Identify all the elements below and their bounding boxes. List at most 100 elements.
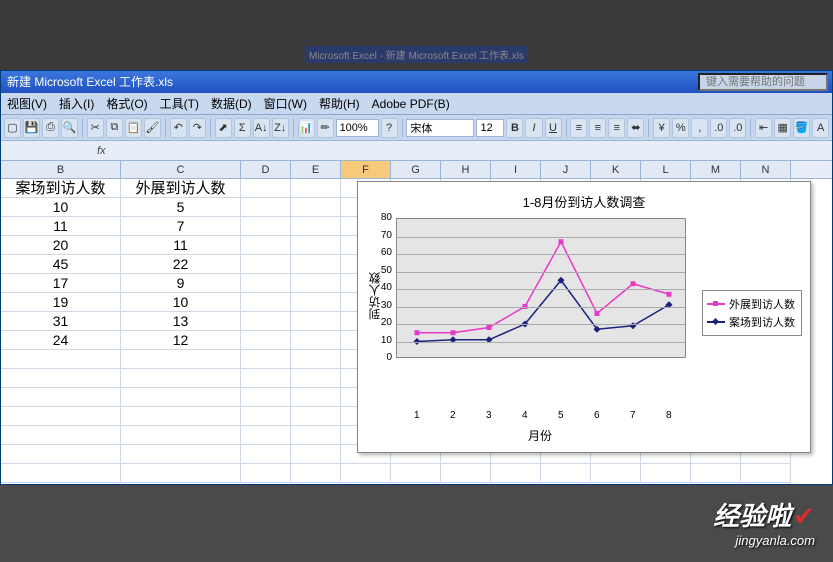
cell[interactable] <box>121 388 241 407</box>
sum-icon[interactable]: Σ <box>234 118 251 138</box>
cell[interactable] <box>291 407 341 426</box>
cell[interactable]: 31 <box>1 312 121 331</box>
cell[interactable] <box>241 217 291 236</box>
cell[interactable] <box>241 331 291 350</box>
copy-icon[interactable]: ⧉ <box>106 118 123 138</box>
column-header[interactable]: C <box>121 161 241 178</box>
cell[interactable] <box>1 426 121 445</box>
cell[interactable] <box>491 464 541 483</box>
font-size-select[interactable]: 12 <box>476 119 504 137</box>
cell[interactable] <box>1 350 121 369</box>
currency-icon[interactable]: ¥ <box>653 118 670 138</box>
cell[interactable] <box>291 255 341 274</box>
cell[interactable] <box>241 198 291 217</box>
percent-icon[interactable]: % <box>672 118 689 138</box>
cell[interactable] <box>241 274 291 293</box>
cut-icon[interactable]: ✂ <box>87 118 104 138</box>
save-icon[interactable]: 💾 <box>23 118 40 138</box>
cell[interactable] <box>121 350 241 369</box>
titlebar[interactable]: 新建 Microsoft Excel 工作表.xls <box>1 71 832 93</box>
menu-help[interactable]: 帮助(H) <box>313 95 366 112</box>
cell[interactable] <box>1 464 121 483</box>
column-header[interactable]: H <box>441 161 491 178</box>
comma-icon[interactable]: , <box>691 118 708 138</box>
cell[interactable] <box>121 407 241 426</box>
cell[interactable] <box>291 369 341 388</box>
cell[interactable] <box>241 445 291 464</box>
embedded-chart[interactable]: 1-8月份到访人数调查 到访人数 月份 01020304050607080 12… <box>357 181 811 453</box>
menu-insert[interactable]: 插入(I) <box>53 95 100 112</box>
cell[interactable] <box>291 426 341 445</box>
cell[interactable] <box>241 312 291 331</box>
column-header[interactable]: J <box>541 161 591 178</box>
cell[interactable] <box>241 426 291 445</box>
cell[interactable]: 12 <box>121 331 241 350</box>
column-header[interactable]: D <box>241 161 291 178</box>
borders-icon[interactable]: ▦ <box>774 118 791 138</box>
cell[interactable]: 10 <box>121 293 241 312</box>
cell[interactable] <box>241 350 291 369</box>
italic-icon[interactable]: I <box>525 118 542 138</box>
cell[interactable] <box>241 407 291 426</box>
cell[interactable] <box>241 255 291 274</box>
cell[interactable] <box>121 369 241 388</box>
cell[interactable] <box>291 445 341 464</box>
cell[interactable] <box>291 274 341 293</box>
cell[interactable] <box>241 293 291 312</box>
column-header[interactable]: L <box>641 161 691 178</box>
cell[interactable] <box>121 445 241 464</box>
spreadsheet-grid[interactable]: BCDEFGHIJKLMN 案场到访人数外展到访人数10511720114522… <box>1 161 832 484</box>
cell[interactable] <box>291 179 341 198</box>
cell[interactable] <box>121 464 241 483</box>
cell[interactable] <box>241 388 291 407</box>
menu-window[interactable]: 窗口(W) <box>258 95 313 112</box>
new-icon[interactable]: ▢ <box>4 118 21 138</box>
column-header[interactable]: K <box>591 161 641 178</box>
chart-icon[interactable]: 📊 <box>298 118 315 138</box>
cell[interactable]: 19 <box>1 293 121 312</box>
drawing-icon[interactable]: ✏ <box>317 118 334 138</box>
column-header[interactable]: I <box>491 161 541 178</box>
increase-decimal-icon[interactable]: .0 <box>710 118 727 138</box>
cell[interactable]: 11 <box>1 217 121 236</box>
help-search-input[interactable] <box>698 73 828 91</box>
align-center-icon[interactable]: ≡ <box>589 118 606 138</box>
cell[interactable] <box>741 464 791 483</box>
cell[interactable]: 案场到访人数 <box>1 179 121 198</box>
menu-data[interactable]: 数据(D) <box>205 95 258 112</box>
bold-icon[interactable]: B <box>506 118 523 138</box>
fx-icon[interactable]: fx <box>91 145 112 157</box>
cell[interactable] <box>341 464 391 483</box>
fill-color-icon[interactable]: 🪣 <box>793 118 810 138</box>
menu-tools[interactable]: 工具(T) <box>154 95 205 112</box>
cell[interactable] <box>241 369 291 388</box>
cell[interactable] <box>591 464 641 483</box>
cell[interactable]: 10 <box>1 198 121 217</box>
underline-icon[interactable]: U <box>545 118 562 138</box>
cell[interactable] <box>1 369 121 388</box>
indent-icon[interactable]: ⇤ <box>755 118 772 138</box>
cell[interactable]: 17 <box>1 274 121 293</box>
cell[interactable] <box>291 464 341 483</box>
cell[interactable]: 24 <box>1 331 121 350</box>
sort-desc-icon[interactable]: Z↓ <box>272 118 289 138</box>
cell[interactable]: 45 <box>1 255 121 274</box>
cell[interactable] <box>291 293 341 312</box>
cell[interactable] <box>1 388 121 407</box>
cell[interactable]: 11 <box>121 236 241 255</box>
font-color-icon[interactable]: A <box>812 118 829 138</box>
cell[interactable] <box>291 331 341 350</box>
cell[interactable] <box>641 464 691 483</box>
format-painter-icon[interactable]: 🖌 <box>144 118 161 138</box>
menu-view[interactable]: 视图(V) <box>1 95 53 112</box>
cell[interactable] <box>241 236 291 255</box>
cell[interactable] <box>391 464 441 483</box>
column-header[interactable]: E <box>291 161 341 178</box>
cell[interactable] <box>441 464 491 483</box>
align-right-icon[interactable]: ≡ <box>608 118 625 138</box>
cell[interactable]: 20 <box>1 236 121 255</box>
column-header[interactable]: N <box>741 161 791 178</box>
cell[interactable] <box>1 407 121 426</box>
zoom-input[interactable]: 100% <box>336 119 379 137</box>
cell[interactable] <box>291 236 341 255</box>
